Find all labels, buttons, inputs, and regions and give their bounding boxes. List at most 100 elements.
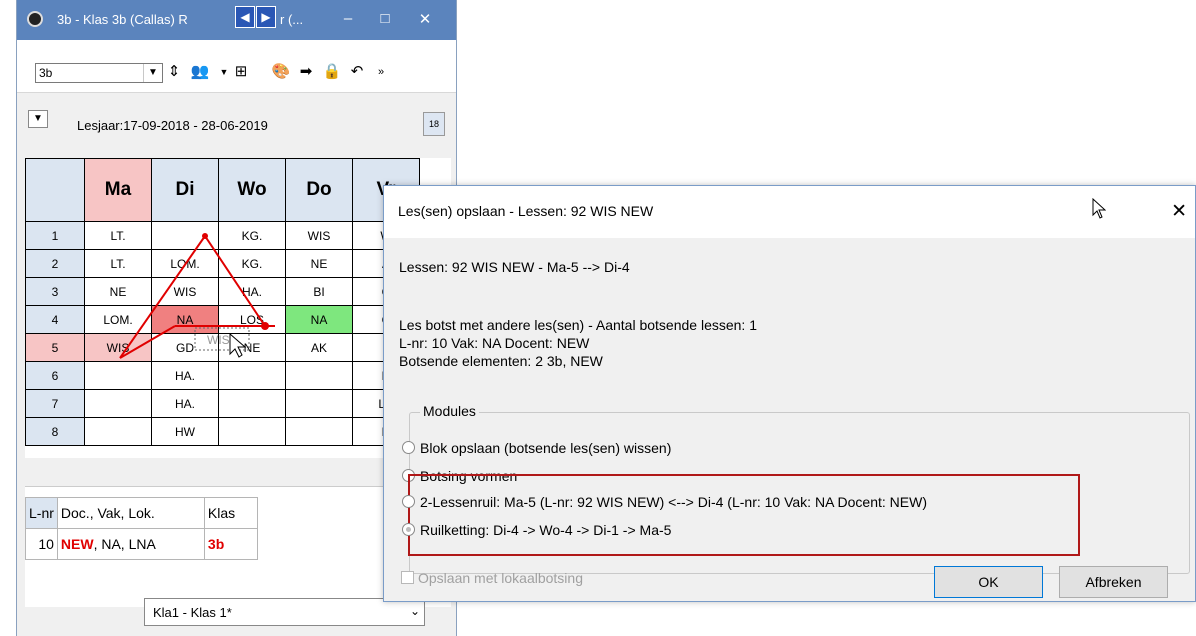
maximize-button[interactable]: □: [375, 10, 395, 27]
timetable-cell[interactable]: LT.: [84, 221, 152, 250]
nav-arrows: ◀ ▶: [235, 6, 277, 28]
period-number[interactable]: 1: [25, 221, 85, 250]
timetable-cell[interactable]: [218, 361, 286, 390]
class-select[interactable]: 3b ▼: [35, 63, 163, 83]
timetable-cell[interactable]: NE: [218, 333, 286, 362]
grid-icon[interactable]: ⊞: [230, 61, 252, 83]
option-label: Ruilketting: Di-4 -> Wo-4 -> Di-1 -> Ma-…: [420, 522, 672, 538]
conflict-line: L-nr: 10 Vak: NA Docent: NEW: [399, 335, 590, 351]
option-ruilketting[interactable]: Ruilketting: Di-4 -> Wo-4 -> Di-1 -> Ma-…: [402, 522, 671, 538]
timetable-cell[interactable]: HW: [151, 417, 219, 446]
timetable-cell[interactable]: GD: [151, 333, 219, 362]
window-title-suffix: r (...: [280, 12, 304, 27]
period-number[interactable]: 2: [25, 249, 85, 278]
period-number[interactable]: 7: [25, 389, 85, 418]
nav-prev-icon[interactable]: ◀: [235, 6, 255, 28]
radio-icon[interactable]: [402, 495, 415, 508]
mouse-cursor-icon: [1092, 198, 1106, 219]
timetable-cell[interactable]: KG.: [218, 221, 286, 250]
timetable-cell[interactable]: BI: [285, 277, 353, 306]
col-header-klas[interactable]: Klas: [203, 497, 258, 529]
table-row[interactable]: 10 NEW, NA, LNA 3b: [25, 528, 258, 560]
col-header-lnr[interactable]: L-nr: [25, 497, 58, 529]
radio-icon[interactable]: [402, 441, 415, 454]
timetable-cell[interactable]: [84, 361, 152, 390]
day-header[interactable]: Wo: [218, 158, 286, 222]
spin-icon[interactable]: ⇕: [163, 61, 185, 83]
conflict-line: Botsende elementen: 2 3b, NEW: [399, 353, 603, 369]
period-number[interactable]: 4: [25, 305, 85, 334]
timetable-cell[interactable]: NE: [285, 249, 353, 278]
checkbox-icon[interactable]: [401, 571, 414, 584]
timetable-cell[interactable]: KG.: [218, 249, 286, 278]
class-select-value: 3b: [39, 66, 53, 80]
lessons-line: Lessen: 92 WIS NEW - Ma-5 --> Di-4: [399, 259, 630, 275]
timetable-cell[interactable]: [84, 389, 152, 418]
import-icon[interactable]: ➡: [295, 61, 317, 83]
timetable-cell[interactable]: WIS: [84, 333, 152, 362]
modules-legend: Modules: [420, 403, 479, 419]
timetable-cell[interactable]: [285, 361, 353, 390]
timetable-cell[interactable]: [285, 417, 353, 446]
range-dropdown-icon[interactable]: ▼: [28, 110, 48, 128]
dialog-close-button[interactable]: ✕: [1171, 200, 1187, 223]
class-view-select[interactable]: Kla1 - Klas 1* ⌄: [144, 598, 425, 626]
period-number[interactable]: 8: [25, 417, 85, 446]
timetable-cell[interactable]: [84, 417, 152, 446]
option-label: 2-Lessenruil: Ma-5 (L-nr: 92 WIS NEW) <-…: [420, 494, 927, 510]
radio-selected-icon[interactable]: [402, 523, 415, 536]
ok-button[interactable]: OK: [934, 566, 1043, 598]
more-icon[interactable]: »: [370, 61, 392, 83]
timetable-cell[interactable]: WIS: [151, 277, 219, 306]
timetable-row: 6HA.N: [25, 361, 420, 390]
timetable-cell[interactable]: [218, 389, 286, 418]
palette-icon[interactable]: 🎨: [270, 61, 292, 83]
period-number[interactable]: 3: [25, 277, 85, 306]
doc-rest: , NA, LNA: [93, 536, 156, 552]
date-range-bar: ▼ Lesjaar:17-09-2018 - 28-06-2019 18: [17, 100, 456, 152]
teachers-icon[interactable]: 👥: [189, 61, 211, 83]
timetable-cell[interactable]: NE: [84, 277, 152, 306]
conflict-line: Les botst met andere les(sen) - Aantal b…: [399, 317, 757, 333]
dialog-titlebar[interactable]: Les(sen) opslaan - Lessen: 92 WIS NEW ✕: [384, 186, 1195, 238]
timetable-cell[interactable]: LOS: [218, 305, 286, 334]
minimize-button[interactable]: –: [338, 10, 358, 27]
klas-cell: 3b: [203, 528, 258, 560]
option-blok-opslaan[interactable]: Blok opslaan (botsende les(sen) wissen): [402, 440, 671, 456]
chevron-down-icon[interactable]: ▼: [143, 64, 162, 82]
close-button[interactable]: ✕: [415, 10, 435, 28]
timetable-cell[interactable]: HA.: [151, 389, 219, 418]
timetable-cell[interactable]: LOM.: [151, 249, 219, 278]
timetable-cell[interactable]: LOM.: [84, 305, 152, 334]
doc-cell: NEW, NA, LNA: [56, 528, 205, 560]
calendar-icon[interactable]: 18: [423, 112, 445, 136]
day-header[interactable]: Do: [285, 158, 353, 222]
period-number[interactable]: 5: [25, 333, 85, 362]
timetable-cell[interactable]: WIS: [285, 221, 353, 250]
highlight-box: [408, 474, 1080, 556]
room-conflict-checkbox[interactable]: Opslaan met lokaalbotsing: [401, 570, 583, 586]
timetable-cell[interactable]: NA: [285, 305, 353, 334]
timetable-cell[interactable]: LT.: [84, 249, 152, 278]
day-header[interactable]: Di: [151, 158, 219, 222]
checkbox-label: Opslaan met lokaalbotsing: [418, 570, 583, 586]
timetable-cell[interactable]: [285, 389, 353, 418]
col-header-doc[interactable]: Doc., Vak, Lok.: [56, 497, 205, 529]
timetable-cell[interactable]: HA.: [151, 361, 219, 390]
timetable-cell[interactable]: [218, 417, 286, 446]
timetable-cell[interactable]: AK: [285, 333, 353, 362]
cancel-button[interactable]: Afbreken: [1059, 566, 1168, 598]
undo-icon[interactable]: ↶: [346, 61, 368, 83]
klas-value: 3b: [207, 536, 225, 552]
chevron-down-icon[interactable]: ⌄: [410, 604, 420, 618]
day-header[interactable]: Ma: [84, 158, 152, 222]
option-lessenruil[interactable]: 2-Lessenruil: Ma-5 (L-nr: 92 WIS NEW) <-…: [402, 494, 927, 510]
period-number[interactable]: 6: [25, 361, 85, 390]
lock-icon[interactable]: 🔒: [321, 61, 343, 83]
timetable-cell[interactable]: HA.: [218, 277, 286, 306]
timetable-cell[interactable]: [151, 221, 219, 250]
window-titlebar[interactable]: 3b - Klas 3b (Callas) R ◀ ▶ r (... – □ ✕: [17, 0, 456, 40]
timetable-cell[interactable]: NA: [151, 305, 219, 334]
teacher-conflict: NEW: [60, 536, 94, 552]
nav-next-icon[interactable]: ▶: [256, 6, 276, 28]
